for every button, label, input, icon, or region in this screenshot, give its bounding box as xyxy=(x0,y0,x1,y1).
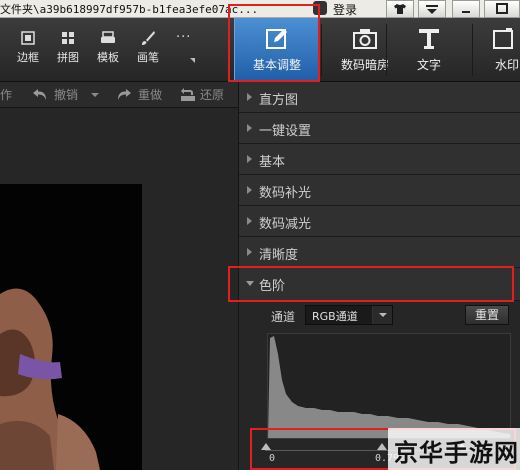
editor-canvas[interactable] xyxy=(0,108,238,470)
undo-icon xyxy=(33,89,46,100)
tab-watermark[interactable]: 水印 xyxy=(472,18,520,82)
histogram-chart xyxy=(267,333,511,439)
maximize-icon xyxy=(496,3,508,14)
section-one-click[interactable]: 一键设置 xyxy=(239,113,520,144)
section-fill-light[interactable]: 数码补光 xyxy=(239,175,520,206)
reset-button[interactable]: 重置 xyxy=(465,305,509,325)
section-sharpness[interactable]: 清晰度 xyxy=(239,237,520,268)
camera-icon xyxy=(353,29,377,49)
text-icon xyxy=(419,29,439,49)
tool-brush[interactable]: 画笔 xyxy=(128,30,168,65)
section-basic[interactable]: 基本 xyxy=(239,144,520,175)
tool-brush-label: 画笔 xyxy=(137,51,159,64)
collapse-arrow-icon xyxy=(247,93,252,101)
skin-button[interactable] xyxy=(386,0,414,18)
photo-image xyxy=(0,184,142,470)
tab-text-label: 文字 xyxy=(416,58,441,72)
section-label: 数码补光 xyxy=(259,186,312,201)
collapse-arrow-icon xyxy=(247,124,252,132)
minimize-button[interactable] xyxy=(452,0,480,18)
collapse-arrow-icon xyxy=(247,248,252,256)
highlight-tab-basic-adjust xyxy=(228,4,320,82)
expand-arrow-icon[interactable] xyxy=(190,58,195,63)
chevron-down-icon xyxy=(379,313,387,317)
collapse-arrow-icon xyxy=(247,155,252,163)
history-bar: 作 撤销 重做 还原 xyxy=(0,82,238,108)
tool-collage[interactable]: 拼图 xyxy=(48,30,88,65)
login-link[interactable]: 登录 xyxy=(333,1,357,18)
section-label: 一键设置 xyxy=(259,124,312,139)
restore-button[interactable]: 还原 xyxy=(200,86,224,103)
section-label: 清晰度 xyxy=(259,248,299,263)
channel-select-value: RGB通道 xyxy=(312,310,358,323)
redo-icon xyxy=(118,89,131,100)
highlight-section-levels xyxy=(228,266,514,302)
more-tools-button[interactable]: ··· xyxy=(176,30,191,45)
section-reduce-light[interactable]: 数码减光 xyxy=(239,206,520,237)
tab-darkroom-label: 数码暗房 xyxy=(340,58,389,72)
tool-border-label: 边框 xyxy=(17,51,39,64)
channel-select[interactable]: RGB通道 xyxy=(305,305,393,325)
channel-label: 通道 xyxy=(271,310,296,324)
redo-button[interactable]: 重做 xyxy=(138,86,162,103)
photo-preview[interactable] xyxy=(0,184,142,470)
collapse-arrow-icon xyxy=(247,186,252,194)
watermark-text: 京华手游网 xyxy=(394,438,519,467)
collage-icon xyxy=(62,32,74,44)
collapse-arrow-icon xyxy=(247,217,252,225)
tool-border[interactable]: 边框 xyxy=(8,30,48,65)
brush-icon xyxy=(142,31,155,45)
watermark-icon xyxy=(493,28,513,49)
maximize-button[interactable] xyxy=(484,0,520,18)
tab-text[interactable]: 文字 xyxy=(386,18,472,82)
tool-template[interactable]: 模板 xyxy=(88,30,128,65)
restore-icon xyxy=(181,88,195,101)
menu-icon xyxy=(426,5,438,14)
history-partial-label: 作 xyxy=(0,88,13,102)
section-label: 基本 xyxy=(259,155,286,170)
tool-collage-label: 拼图 xyxy=(57,51,79,64)
menu-button[interactable] xyxy=(418,0,446,18)
border-icon xyxy=(21,31,35,45)
template-icon xyxy=(101,31,115,43)
section-histogram[interactable]: 直方图 xyxy=(239,82,520,113)
undo-dropdown-icon[interactable] xyxy=(91,93,99,97)
site-watermark: 京华手游网 xyxy=(388,428,520,470)
section-label: 数码减光 xyxy=(259,217,312,232)
histogram-graph xyxy=(268,336,510,438)
minimize-icon xyxy=(462,11,470,13)
tool-template-label: 模板 xyxy=(97,51,119,64)
undo-button[interactable]: 撤销 xyxy=(54,86,78,103)
shirt-icon xyxy=(394,4,406,14)
tab-watermark-label: 水印 xyxy=(494,58,519,72)
section-label: 直方图 xyxy=(259,93,299,108)
channel-dropdown-button[interactable] xyxy=(372,306,392,324)
